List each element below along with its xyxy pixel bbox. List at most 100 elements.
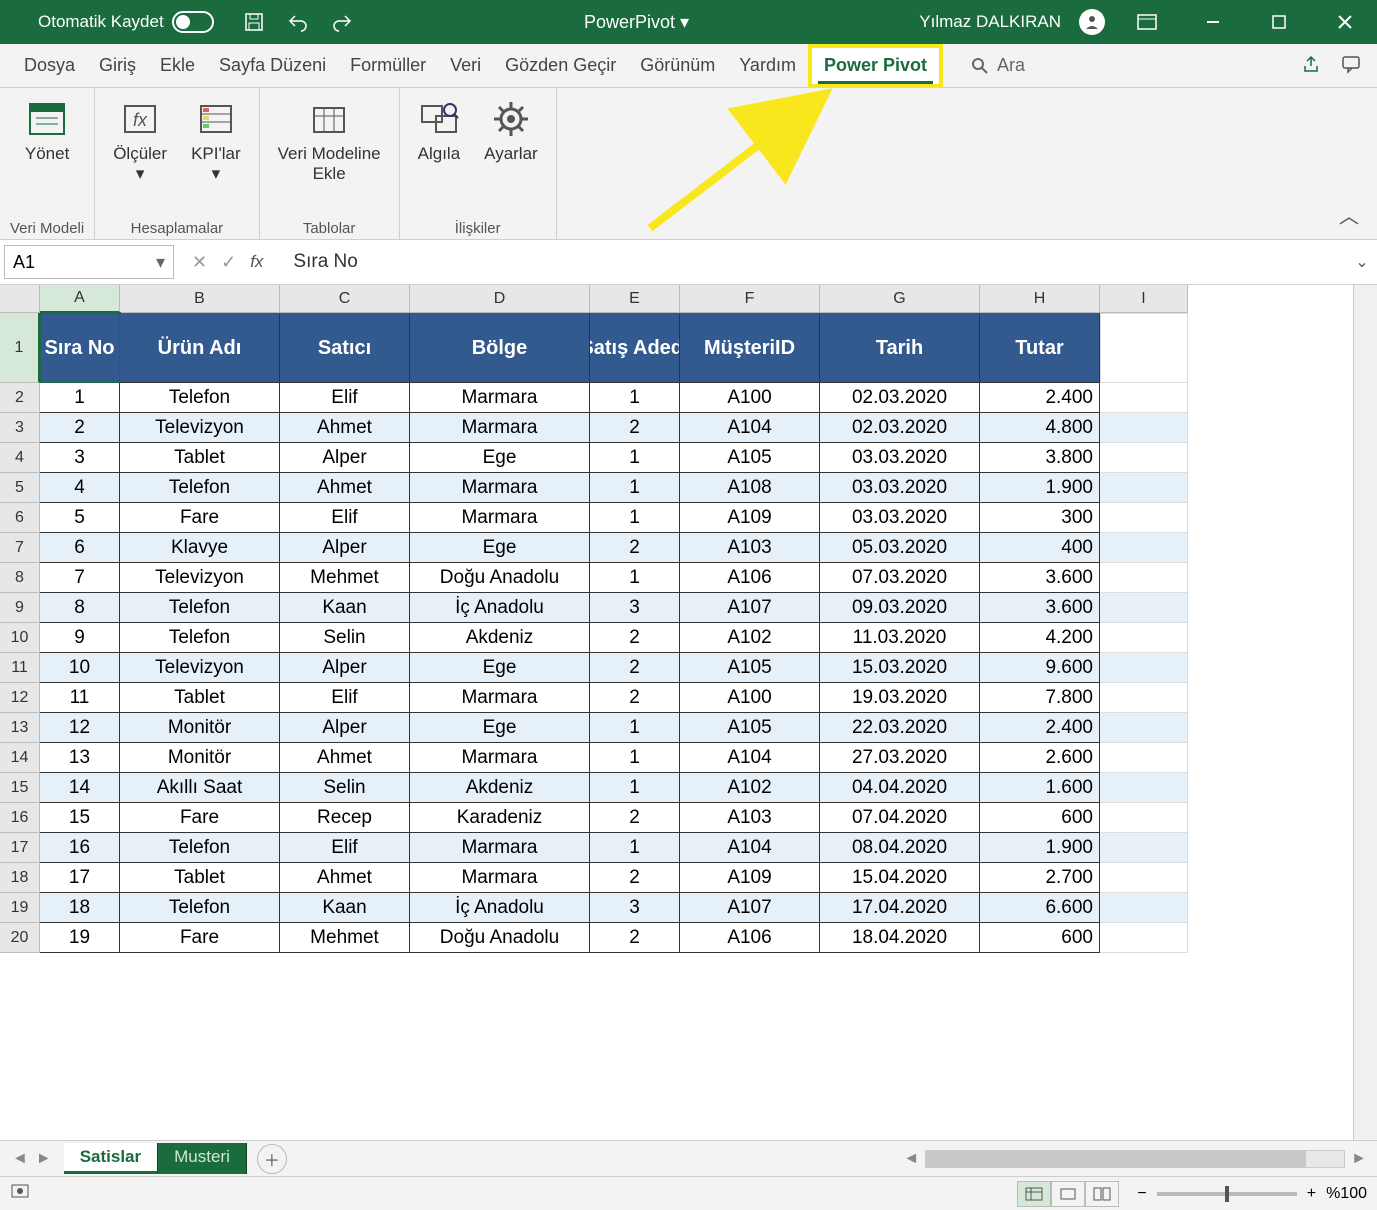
cell[interactable]: 3 <box>40 443 120 473</box>
zoom-slider[interactable] <box>1157 1192 1297 1196</box>
cell[interactable]: A100 <box>680 683 820 713</box>
vertical-scrollbar[interactable] <box>1353 285 1377 1140</box>
cell[interactable]: 17.04.2020 <box>820 893 980 923</box>
close-icon[interactable] <box>1321 0 1369 44</box>
cell[interactable]: Elif <box>280 683 410 713</box>
sheet-tab-musteri[interactable]: Musteri <box>158 1143 247 1174</box>
cell[interactable]: Marmara <box>410 683 590 713</box>
cell[interactable]: Ahmet <box>280 743 410 773</box>
cell[interactable]: 02.03.2020 <box>820 383 980 413</box>
cell[interactable]: 15.03.2020 <box>820 653 980 683</box>
sheet-tab-satislar[interactable]: Satislar <box>64 1143 158 1174</box>
fx-icon[interactable]: fx <box>250 252 263 272</box>
cell[interactable]: Mehmet <box>280 563 410 593</box>
cell[interactable]: A106 <box>680 923 820 953</box>
row-header-7[interactable]: 7 <box>0 533 40 563</box>
cell[interactable]: 1 <box>590 773 680 803</box>
undo-icon[interactable] <box>286 10 310 34</box>
cell[interactable]: Tablet <box>120 683 280 713</box>
cell[interactable]: Alper <box>280 713 410 743</box>
col-header-E[interactable]: E <box>590 285 680 313</box>
cell[interactable]: 19 <box>40 923 120 953</box>
cell[interactable]: 3.800 <box>980 443 1100 473</box>
formula-input[interactable] <box>281 251 1347 273</box>
cell[interactable]: 2 <box>590 623 680 653</box>
page-layout-view-icon[interactable] <box>1051 1181 1085 1207</box>
cell[interactable]: Mehmet <box>280 923 410 953</box>
col-header-F[interactable]: F <box>680 285 820 313</box>
cell[interactable]: 15.04.2020 <box>820 863 980 893</box>
cell[interactable]: 3.600 <box>980 563 1100 593</box>
cell[interactable]: 5 <box>40 503 120 533</box>
cell[interactable]: Telefon <box>120 623 280 653</box>
col-header-C[interactable]: C <box>280 285 410 313</box>
cell[interactable]: 2 <box>590 683 680 713</box>
cell[interactable]: Ege <box>410 443 590 473</box>
cell[interactable]: 3 <box>590 593 680 623</box>
cell[interactable]: 08.04.2020 <box>820 833 980 863</box>
cell[interactable]: Alper <box>280 533 410 563</box>
alg-la-button[interactable]: Algıla <box>410 94 469 168</box>
cell[interactable]: 18.04.2020 <box>820 923 980 953</box>
cell[interactable]: 4.800 <box>980 413 1100 443</box>
header-cell[interactable]: Sıra No <box>40 313 120 383</box>
cell[interactable] <box>1100 383 1188 413</box>
cell[interactable] <box>1100 533 1188 563</box>
cell[interactable] <box>1100 623 1188 653</box>
cell[interactable] <box>1100 653 1188 683</box>
cell[interactable]: 05.03.2020 <box>820 533 980 563</box>
zoom-in-icon[interactable]: + <box>1307 1185 1316 1203</box>
cell[interactable] <box>1100 863 1188 893</box>
cell[interactable]: 2 <box>40 413 120 443</box>
cell[interactable]: Akdeniz <box>410 773 590 803</box>
cell[interactable]: 04.04.2020 <box>820 773 980 803</box>
cell[interactable]: Telefon <box>120 893 280 923</box>
cell[interactable] <box>1100 743 1188 773</box>
tab-görünüm[interactable]: Görünüm <box>628 44 727 88</box>
cell[interactable] <box>1100 713 1188 743</box>
cell[interactable]: 4 <box>40 473 120 503</box>
redo-icon[interactable] <box>330 10 354 34</box>
row-header-17[interactable]: 17 <box>0 833 40 863</box>
zoom-out-icon[interactable]: − <box>1137 1185 1146 1203</box>
cell[interactable]: 6 <box>40 533 120 563</box>
cancel-icon[interactable]: ✕ <box>192 252 207 273</box>
cell[interactable]: Ahmet <box>280 473 410 503</box>
header-cell[interactable]: Tarih <box>820 313 980 383</box>
cell[interactable]: Alper <box>280 443 410 473</box>
row-header-1[interactable]: 1 <box>0 313 40 383</box>
zoom-level[interactable]: %100 <box>1326 1185 1367 1203</box>
cell[interactable]: 19.03.2020 <box>820 683 980 713</box>
row-header-19[interactable]: 19 <box>0 893 40 923</box>
select-all-corner[interactable] <box>0 285 40 313</box>
header-cell[interactable]: Satış Adedi <box>590 313 680 383</box>
cell[interactable]: A103 <box>680 533 820 563</box>
cell[interactable]: 15 <box>40 803 120 833</box>
collapse-ribbon-icon[interactable]: ︿ <box>1339 200 1359 229</box>
cell[interactable]: 12 <box>40 713 120 743</box>
tab-power-pivot[interactable]: Power Pivot <box>808 44 943 88</box>
cell[interactable]: 8 <box>40 593 120 623</box>
row-header-2[interactable]: 2 <box>0 383 40 413</box>
cell[interactable]: Elif <box>280 833 410 863</box>
cell[interactable]: 1 <box>590 713 680 743</box>
cell[interactable]: 17 <box>40 863 120 893</box>
cell[interactable]: Doğu Anadolu <box>410 923 590 953</box>
sheet-next-icon[interactable]: ► <box>36 1150 52 1168</box>
cell[interactable]: Telefon <box>120 833 280 863</box>
cell[interactable]: Marmara <box>410 503 590 533</box>
cell[interactable]: 400 <box>980 533 1100 563</box>
col-header-A[interactable]: A <box>40 285 120 313</box>
cell[interactable]: 600 <box>980 803 1100 833</box>
cell[interactable]: 1 <box>590 473 680 503</box>
cell[interactable]: 2 <box>590 533 680 563</box>
row-header-16[interactable]: 16 <box>0 803 40 833</box>
col-header-I[interactable]: I <box>1100 285 1188 313</box>
cell[interactable]: İç Anadolu <box>410 593 590 623</box>
col-header-G[interactable]: G <box>820 285 980 313</box>
add-sheet-button[interactable]: ＋ <box>257 1144 287 1174</box>
cell[interactable]: Monitör <box>120 743 280 773</box>
row-header-14[interactable]: 14 <box>0 743 40 773</box>
cell[interactable]: Elif <box>280 383 410 413</box>
cell[interactable]: 1.600 <box>980 773 1100 803</box>
